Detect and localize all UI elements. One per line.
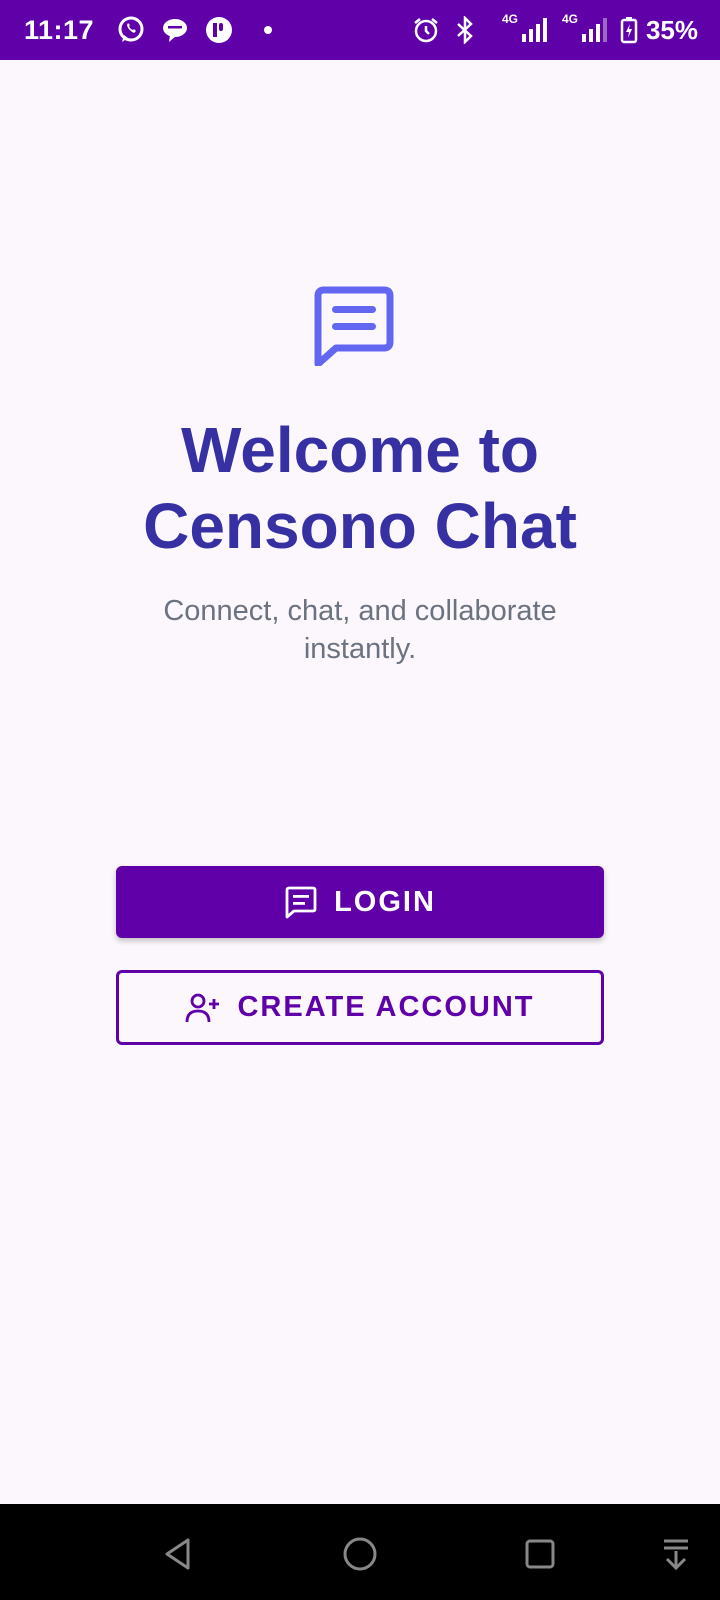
page-title: Welcome to Censono Chat [0,412,720,564]
subtitle: Connect, chat, and collaborate instantly… [110,592,610,668]
title-line-1: Welcome to [181,414,539,486]
battery-percentage: 35% [645,14,698,45]
login-label: LOGIN [334,885,436,918]
app-icon [204,15,234,45]
network-signal-1: 4G [502,12,550,44]
login-button[interactable]: LOGIN [116,866,604,938]
recents-icon[interactable] [520,1534,560,1574]
network-signal-2: 4G [562,12,610,44]
status-time: 11:17 [24,14,95,45]
home-icon[interactable] [340,1534,380,1574]
alarm-icon [412,16,440,44]
message-icon [314,286,394,368]
status-bar: 11:17 4G 4G 35% [0,0,720,60]
back-icon[interactable] [158,1534,198,1574]
create-account-button[interactable]: CREATE ACCOUNT [116,970,604,1045]
network-type-2: 4G [561,12,578,26]
navigation-bar [0,1504,720,1600]
network-type-1: 4G [501,12,518,26]
whatsapp-icon [116,15,146,45]
create-account-label: CREATE ACCOUNT [237,991,535,1023]
status-right: 4G 4G 35% [412,12,698,46]
subtitle-line-2: instantly. [303,633,417,665]
add-user-icon [185,991,221,1025]
chat-bubble-icon [160,15,190,45]
status-left: 11:17 [24,14,273,46]
subtitle-line-1: Connect, chat, and collaborate [163,595,557,627]
notification-dot [264,26,273,34]
battery-charging-icon [620,16,638,44]
message-icon [284,885,318,919]
title-line-2: Censono Chat [143,490,577,562]
keyboard-hide-icon[interactable] [656,1534,696,1574]
bluetooth-icon [454,16,476,44]
